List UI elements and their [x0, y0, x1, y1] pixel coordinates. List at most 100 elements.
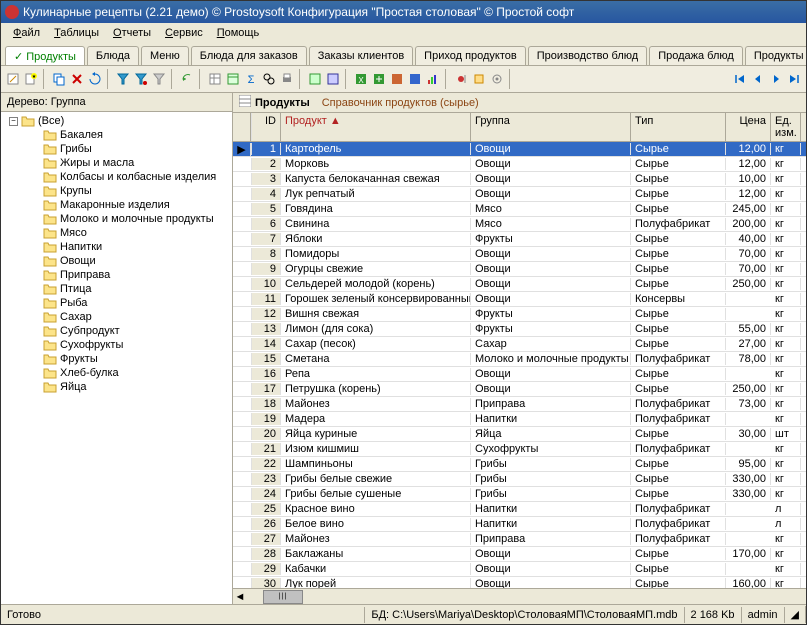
- tool-export2-icon[interactable]: [371, 71, 387, 87]
- table-row[interactable]: 29КабачкиОвощиСырьекг: [233, 562, 806, 577]
- tool-find-icon[interactable]: [261, 71, 277, 87]
- tool-filter-icon[interactable]: [115, 71, 131, 87]
- tab-1[interactable]: Блюда: [87, 46, 139, 65]
- tree-item[interactable]: Колбасы и колбасные изделия: [3, 170, 230, 184]
- tool-print-icon[interactable]: [279, 71, 295, 87]
- tool-app2-icon[interactable]: [407, 71, 423, 87]
- collapse-icon[interactable]: −: [9, 117, 18, 126]
- tree-item[interactable]: Макаронные изделия: [3, 198, 230, 212]
- horizontal-scrollbar[interactable]: ◄ |||: [233, 588, 806, 604]
- tool-rec2-icon[interactable]: [471, 71, 487, 87]
- table-row[interactable]: 19МадераНапиткиПолуфабрикаткг: [233, 412, 806, 427]
- table-row[interactable]: 15СметанаМолоко и молочные продуктыПолуф…: [233, 352, 806, 367]
- tab-4[interactable]: Заказы клиентов: [309, 46, 413, 65]
- tool-refresh-icon[interactable]: [87, 71, 103, 87]
- tool-table-icon[interactable]: [225, 71, 241, 87]
- tree-item[interactable]: Мясо: [3, 226, 230, 240]
- tool-settings-icon[interactable]: [489, 71, 505, 87]
- tool-delete-icon[interactable]: [69, 71, 85, 87]
- scroll-left-icon[interactable]: ◄: [233, 591, 247, 603]
- table-row[interactable]: 2МорковьОвощиСырье12,00кг: [233, 157, 806, 172]
- menu-помощь[interactable]: Помощь: [211, 25, 266, 41]
- table-row[interactable]: 14Сахар (песок)СахарСырье27,00кг: [233, 337, 806, 352]
- table-row[interactable]: 6СвининаМясоПолуфабрикат200,00кг: [233, 217, 806, 232]
- table-row[interactable]: 8ПомидорыОвощиСырье70,00кг: [233, 247, 806, 262]
- tree-body[interactable]: − (Все) БакалеяГрибыЖиры и маслаКолбасы …: [1, 112, 232, 604]
- table-row[interactable]: 28БаклажаныОвощиСырье170,00кг: [233, 547, 806, 562]
- tool-import-icon[interactable]: [325, 71, 341, 87]
- tree-item[interactable]: Рыба: [3, 296, 230, 310]
- table-row[interactable]: 30Лук порейОвощиСырье160,00кг: [233, 577, 806, 588]
- col-marker[interactable]: [233, 113, 251, 141]
- table-row[interactable]: 17Петрушка (корень)ОвощиСырье250,00кг: [233, 382, 806, 397]
- tree-item[interactable]: Овощи: [3, 254, 230, 268]
- tool-app1-icon[interactable]: [389, 71, 405, 87]
- table-row[interactable]: 18МайонезПриправаПолуфабрикат73,00кг: [233, 397, 806, 412]
- table-row[interactable]: 12Вишня свежаяФруктыСырьекг: [233, 307, 806, 322]
- tool-chart-icon[interactable]: [425, 71, 441, 87]
- table-row[interactable]: 10Сельдерей молодой (корень)ОвощиСырье25…: [233, 277, 806, 292]
- tool-sum-icon[interactable]: Σ: [243, 71, 259, 87]
- nav-next-icon[interactable]: [768, 71, 784, 87]
- col-group[interactable]: Группа: [471, 113, 631, 141]
- tab-8[interactable]: Продукты на складе: [745, 46, 806, 65]
- col-id[interactable]: ID: [251, 113, 281, 141]
- menu-отчеты[interactable]: Отчеты: [107, 25, 157, 41]
- tree-item[interactable]: Субпродукт: [3, 324, 230, 338]
- tree-item[interactable]: Бакалея: [3, 128, 230, 142]
- tree-item[interactable]: Яйца: [3, 380, 230, 394]
- tree-item[interactable]: Хлеб-булка: [3, 366, 230, 380]
- col-type[interactable]: Тип: [631, 113, 726, 141]
- nav-prev-icon[interactable]: [750, 71, 766, 87]
- table-row[interactable]: 24Грибы белые сушеныеГрибыСырье330,00кг: [233, 487, 806, 502]
- grid-body[interactable]: ▶1КартофельОвощиСырье12,00кг2МорковьОвощ…: [233, 142, 806, 588]
- tree-item[interactable]: Сахар: [3, 310, 230, 324]
- table-row[interactable]: 25Красное виноНапиткиПолуфабрикатл: [233, 502, 806, 517]
- col-product[interactable]: Продукт ▲: [281, 113, 471, 141]
- tab-2[interactable]: Меню: [141, 46, 189, 65]
- table-row[interactable]: ▶1КартофельОвощиСырье12,00кг: [233, 142, 806, 157]
- table-row[interactable]: 26Белое виноНапиткиПолуфабрикатл: [233, 517, 806, 532]
- menu-файл[interactable]: Файл: [7, 25, 46, 41]
- table-row[interactable]: 23Грибы белые свежиеГрибыСырье330,00кг: [233, 472, 806, 487]
- tree-item[interactable]: Птица: [3, 282, 230, 296]
- tree-item[interactable]: Грибы: [3, 142, 230, 156]
- tool-excel-icon[interactable]: X: [353, 71, 369, 87]
- tool-undo-icon[interactable]: [179, 71, 195, 87]
- menu-сервис[interactable]: Сервис: [159, 25, 209, 41]
- table-row[interactable]: 22ШампиньоныГрибыСырье95,00кг: [233, 457, 806, 472]
- scroll-thumb[interactable]: |||: [263, 590, 303, 604]
- tool-record-icon[interactable]: [453, 71, 469, 87]
- table-row[interactable]: 21Изюм кишмишСухофруктыПолуфабрикаткг: [233, 442, 806, 457]
- tool-filter2-icon[interactable]: [133, 71, 149, 87]
- tree-item[interactable]: Сухофрукты: [3, 338, 230, 352]
- tab-3[interactable]: Блюда для заказов: [191, 46, 307, 65]
- tree-item[interactable]: Фрукты: [3, 352, 230, 366]
- table-row[interactable]: 13Лимон (для сока)ФруктыСырье55,00кг: [233, 322, 806, 337]
- tool-filter-clear-icon[interactable]: [151, 71, 167, 87]
- tree-item[interactable]: Жиры и масла: [3, 156, 230, 170]
- tool-grid-icon[interactable]: [207, 71, 223, 87]
- tab-5[interactable]: Приход продуктов: [415, 46, 526, 65]
- tool-new-icon[interactable]: ★: [23, 71, 39, 87]
- menu-таблицы[interactable]: Таблицы: [48, 25, 105, 41]
- nav-last-icon[interactable]: [786, 71, 802, 87]
- col-unit[interactable]: Ед. изм.: [771, 113, 801, 141]
- nav-first-icon[interactable]: [732, 71, 748, 87]
- table-row[interactable]: 7ЯблокиФруктыСырье40,00кг: [233, 232, 806, 247]
- table-row[interactable]: 16РепаОвощиСырьекг: [233, 367, 806, 382]
- table-row[interactable]: 3Капуста белокачанная свежаяОвощиСырье10…: [233, 172, 806, 187]
- table-row[interactable]: 4Лук репчатыйОвощиСырье12,00кг: [233, 187, 806, 202]
- tree-item[interactable]: Напитки: [3, 240, 230, 254]
- tree-item[interactable]: Крупы: [3, 184, 230, 198]
- table-row[interactable]: 27МайонезПриправаПолуфабрикаткг: [233, 532, 806, 547]
- tool-export-icon[interactable]: [307, 71, 323, 87]
- table-row[interactable]: 9Огурцы свежиеОвощиСырье70,00кг: [233, 262, 806, 277]
- table-row[interactable]: 20Яйца куриныеЯйцаСырье30,00шт: [233, 427, 806, 442]
- tool-edit-icon[interactable]: [5, 71, 21, 87]
- tool-copy-icon[interactable]: [51, 71, 67, 87]
- table-row[interactable]: 5ГовядинаМясоСырье245,00кг: [233, 202, 806, 217]
- tree-item[interactable]: Приправа: [3, 268, 230, 282]
- tab-0[interactable]: ✓Продукты: [5, 46, 85, 66]
- table-row[interactable]: 11Горошек зеленый консервированныйОвощиК…: [233, 292, 806, 307]
